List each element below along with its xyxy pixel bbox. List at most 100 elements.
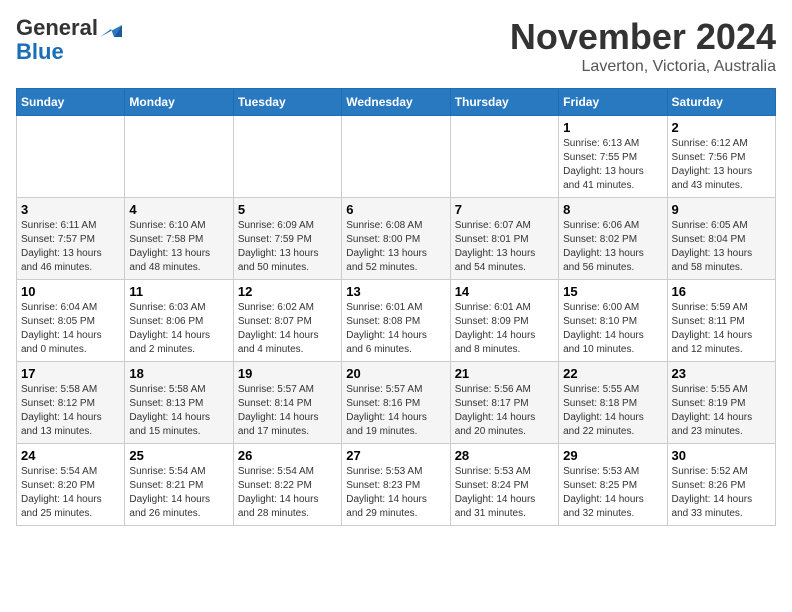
day-header-thursday: Thursday: [450, 89, 558, 116]
day-number: 22: [563, 366, 662, 381]
day-info: Sunrise: 6:01 AM Sunset: 8:09 PM Dayligh…: [455, 301, 554, 357]
day-info: Sunrise: 5:56 AM Sunset: 8:17 PM Dayligh…: [455, 383, 554, 439]
day-number: 1: [563, 120, 662, 135]
day-number: 23: [672, 366, 771, 381]
day-number: 19: [238, 366, 337, 381]
calendar-cell: 16 Sunrise: 5:59 AM Sunset: 8:11 PM Dayli…: [667, 280, 775, 362]
day-info: Sunrise: 5:53 AM Sunset: 8:24 PM Dayligh…: [455, 465, 554, 521]
day-number: 25: [129, 448, 228, 463]
day-header-monday: Monday: [125, 89, 233, 116]
day-number: 16: [672, 284, 771, 299]
calendar-cell: 21Sunrise: 5:56 AM Sunset: 8:17 PM Dayli…: [450, 362, 558, 444]
calendar-cell: 27 Sunrise: 5:53 AM Sunset: 8:23 PM Dayli…: [342, 444, 450, 526]
calendar-cell: 18 Sunrise: 5:58 AM Sunset: 8:13 PM Dayli…: [125, 362, 233, 444]
day-number: 6: [346, 202, 445, 217]
day-info: Sunrise: 5:55 AM Sunset: 8:18 PM Dayligh…: [563, 383, 662, 439]
day-header-sunday: Sunday: [17, 89, 125, 116]
calendar-cell: 13 Sunrise: 6:01 AM Sunset: 8:08 PM Dayli…: [342, 280, 450, 362]
day-info: Sunrise: 6:03 AM Sunset: 8:06 PM Dayligh…: [129, 301, 228, 357]
calendar-week-3: 10 Sunrise: 6:04 AM Sunset: 8:05 PM Dayli…: [17, 280, 776, 362]
day-info: Sunrise: 5:53 AM Sunset: 8:23 PM Dayligh…: [346, 465, 445, 521]
calendar-cell: 19 Sunrise: 5:57 AM Sunset: 8:14 PM Dayli…: [233, 362, 341, 444]
calendar-cell: [450, 116, 558, 198]
day-header-saturday: Saturday: [667, 89, 775, 116]
calendar-week-1: 1Sunrise: 6:13 AM Sunset: 7:55 PM Daylig…: [17, 116, 776, 198]
calendar-week-4: 17 Sunrise: 5:58 AM Sunset: 8:12 PM Dayli…: [17, 362, 776, 444]
calendar-cell: 24 Sunrise: 5:54 AM Sunset: 8:20 PM Dayli…: [17, 444, 125, 526]
day-number: 27: [346, 448, 445, 463]
day-info: Sunrise: 6:02 AM Sunset: 8:07 PM Dayligh…: [238, 301, 337, 357]
calendar-cell: 25Sunrise: 5:54 AM Sunset: 8:21 PM Dayli…: [125, 444, 233, 526]
page-header: General Blue November 2024 Laverton, Vic…: [16, 16, 776, 76]
day-number: 12: [238, 284, 337, 299]
logo: General Blue: [16, 16, 122, 64]
calendar-week-2: 3 Sunrise: 6:11 AM Sunset: 7:57 PM Daylig…: [17, 198, 776, 280]
day-number: 17: [21, 366, 120, 381]
day-number: 5: [238, 202, 337, 217]
day-info: Sunrise: 6:00 AM Sunset: 8:10 PM Dayligh…: [563, 301, 662, 357]
day-number: 18: [129, 366, 228, 381]
calendar-cell: 30 Sunrise: 5:52 AM Sunset: 8:26 PM Dayli…: [667, 444, 775, 526]
day-number: 11: [129, 284, 228, 299]
calendar-cell: [17, 116, 125, 198]
day-number: 20: [346, 366, 445, 381]
calendar-cell: 17 Sunrise: 5:58 AM Sunset: 8:12 PM Dayli…: [17, 362, 125, 444]
day-number: 7: [455, 202, 554, 217]
calendar-cell: 26Sunrise: 5:54 AM Sunset: 8:22 PM Dayli…: [233, 444, 341, 526]
day-info: Sunrise: 6:07 AM Sunset: 8:01 PM Dayligh…: [455, 219, 554, 275]
day-info: Sunrise: 6:10 AM Sunset: 7:58 PM Dayligh…: [129, 219, 228, 275]
day-header-friday: Friday: [559, 89, 667, 116]
day-info: Sunrise: 5:54 AM Sunset: 8:20 PM Dayligh…: [21, 465, 120, 521]
title-section: November 2024 Laverton, Victoria, Austra…: [510, 16, 776, 76]
day-number: 9: [672, 202, 771, 217]
calendar-cell: [233, 116, 341, 198]
day-info: Sunrise: 5:52 AM Sunset: 8:26 PM Dayligh…: [672, 465, 771, 521]
day-info: Sunrise: 6:01 AM Sunset: 8:08 PM Dayligh…: [346, 301, 445, 357]
calendar-cell: 11 Sunrise: 6:03 AM Sunset: 8:06 PM Dayli…: [125, 280, 233, 362]
day-number: 3: [21, 202, 120, 217]
day-number: 8: [563, 202, 662, 217]
day-info: Sunrise: 6:11 AM Sunset: 7:57 PM Dayligh…: [21, 219, 120, 275]
day-header-wednesday: Wednesday: [342, 89, 450, 116]
calendar-cell: 23Sunrise: 5:55 AM Sunset: 8:19 PM Dayli…: [667, 362, 775, 444]
calendar-cell: 28 Sunrise: 5:53 AM Sunset: 8:24 PM Dayli…: [450, 444, 558, 526]
calendar-cell: 9 Sunrise: 6:05 AM Sunset: 8:04 PM Daylig…: [667, 198, 775, 280]
day-number: 2: [672, 120, 771, 135]
calendar-table: SundayMondayTuesdayWednesdayThursdayFrid…: [16, 88, 776, 526]
day-number: 13: [346, 284, 445, 299]
day-info: Sunrise: 5:58 AM Sunset: 8:12 PM Dayligh…: [21, 383, 120, 439]
day-info: Sunrise: 5:57 AM Sunset: 8:14 PM Dayligh…: [238, 383, 337, 439]
logo-general: General: [16, 16, 98, 40]
calendar-cell: 8 Sunrise: 6:06 AM Sunset: 8:02 PM Daylig…: [559, 198, 667, 280]
calendar-header-row: SundayMondayTuesdayWednesdayThursdayFrid…: [17, 89, 776, 116]
calendar-cell: 22 Sunrise: 5:55 AM Sunset: 8:18 PM Dayli…: [559, 362, 667, 444]
calendar-cell: 4Sunrise: 6:10 AM Sunset: 7:58 PM Daylig…: [125, 198, 233, 280]
day-info: Sunrise: 6:12 AM Sunset: 7:56 PM Dayligh…: [672, 137, 771, 193]
day-number: 10: [21, 284, 120, 299]
day-info: Sunrise: 6:04 AM Sunset: 8:05 PM Dayligh…: [21, 301, 120, 357]
logo-blue: Blue: [16, 40, 64, 64]
day-number: 14: [455, 284, 554, 299]
calendar-cell: 6Sunrise: 6:08 AM Sunset: 8:00 PM Daylig…: [342, 198, 450, 280]
calendar-cell: 3 Sunrise: 6:11 AM Sunset: 7:57 PM Daylig…: [17, 198, 125, 280]
calendar-subtitle: Laverton, Victoria, Australia: [510, 58, 776, 76]
day-info: Sunrise: 6:06 AM Sunset: 8:02 PM Dayligh…: [563, 219, 662, 275]
logo-bird-icon: [100, 19, 122, 37]
calendar-week-5: 24 Sunrise: 5:54 AM Sunset: 8:20 PM Dayli…: [17, 444, 776, 526]
calendar-cell: 10 Sunrise: 6:04 AM Sunset: 8:05 PM Dayli…: [17, 280, 125, 362]
calendar-cell: 12 Sunrise: 6:02 AM Sunset: 8:07 PM Dayli…: [233, 280, 341, 362]
day-info: Sunrise: 5:53 AM Sunset: 8:25 PM Dayligh…: [563, 465, 662, 521]
day-number: 24: [21, 448, 120, 463]
calendar-cell: 1Sunrise: 6:13 AM Sunset: 7:55 PM Daylig…: [559, 116, 667, 198]
calendar-cell: [342, 116, 450, 198]
calendar-cell: 29 Sunrise: 5:53 AM Sunset: 8:25 PM Dayli…: [559, 444, 667, 526]
calendar-cell: [125, 116, 233, 198]
day-number: 30: [672, 448, 771, 463]
day-info: Sunrise: 5:59 AM Sunset: 8:11 PM Dayligh…: [672, 301, 771, 357]
calendar-cell: 15Sunrise: 6:00 AM Sunset: 8:10 PM Dayli…: [559, 280, 667, 362]
day-number: 29: [563, 448, 662, 463]
day-info: Sunrise: 6:05 AM Sunset: 8:04 PM Dayligh…: [672, 219, 771, 275]
day-info: Sunrise: 5:58 AM Sunset: 8:13 PM Dayligh…: [129, 383, 228, 439]
day-header-tuesday: Tuesday: [233, 89, 341, 116]
day-number: 28: [455, 448, 554, 463]
